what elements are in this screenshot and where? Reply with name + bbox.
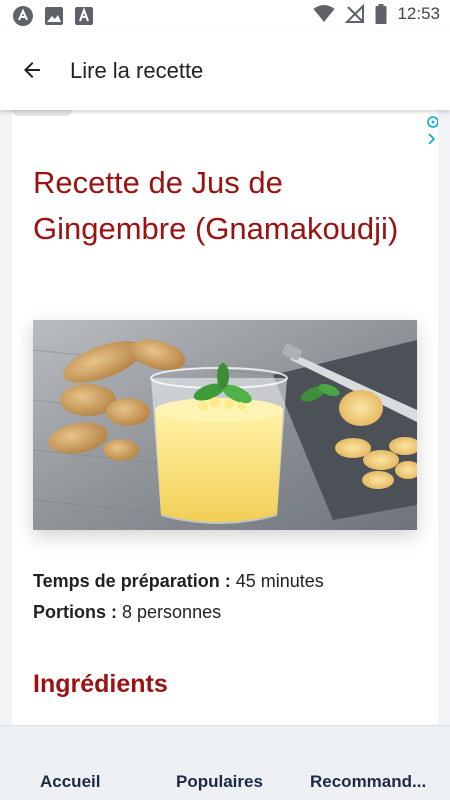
status-right-icons: 12:53	[313, 4, 440, 24]
portions-row: Portions : 8 personnes	[33, 597, 324, 628]
prep-time-label: Temps de préparation :	[33, 571, 231, 591]
status-bar: 12:53	[0, 0, 450, 32]
status-time: 12:53	[397, 4, 440, 23]
portions-value: 8 personnes	[122, 602, 222, 622]
nav-item-recommandations[interactable]: Recommand...	[310, 772, 426, 792]
ingredients-heading: Ingrédients	[33, 670, 168, 698]
nav-item-populaires[interactable]: Populaires	[176, 772, 263, 792]
recipe-card: Recette de Jus de Gingembre (Gnamakoudji…	[12, 110, 438, 725]
recipe-image	[33, 320, 417, 530]
status-left-icons	[12, 5, 94, 27]
card-tab	[12, 110, 72, 116]
ginger-juice-photo	[33, 320, 417, 530]
prep-time-row: Temps de préparation : 45 minutes	[33, 566, 324, 597]
recipe-title: Recette de Jus de Gingembre (Gnamakoudji…	[33, 165, 399, 246]
ad-choices-icon[interactable]	[424, 114, 438, 144]
nav-item-accueil[interactable]: Accueil	[40, 772, 100, 792]
bottom-navigation: Accueil Populaires Recommand...	[0, 725, 450, 800]
portions-label: Portions :	[33, 602, 117, 622]
assistant-icon	[13, 6, 33, 26]
no-signal-icon	[345, 4, 365, 23]
wifi-icon	[313, 5, 335, 22]
font-download-icon	[75, 7, 93, 25]
back-button[interactable]	[14, 52, 50, 88]
content-scroll-area[interactable]: Recette de Jus de Gingembre (Gnamakoudji…	[0, 110, 450, 725]
prep-time-value: 45 minutes	[235, 571, 324, 591]
arrow-back-icon	[24, 62, 40, 78]
image-icon	[45, 7, 63, 25]
recipe-meta: Temps de préparation : 45 minutes Portio…	[33, 566, 324, 628]
battery-icon	[375, 4, 387, 24]
page-title: Lire la recette	[70, 58, 204, 83]
app-bar: Lire la recette	[0, 32, 450, 110]
